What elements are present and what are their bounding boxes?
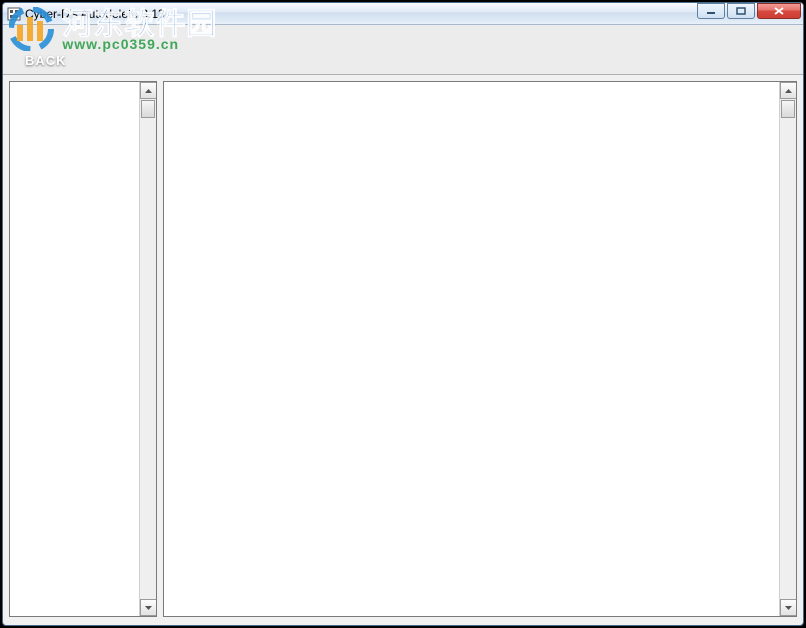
chevron-down-icon <box>785 606 792 610</box>
close-button[interactable] <box>757 3 801 19</box>
maximize-button[interactable] <box>727 3 755 19</box>
titlebar[interactable]: Cyber-D's Autodelete 3.13 <box>3 3 803 25</box>
scroll-down-button[interactable] <box>140 599 157 616</box>
maximize-icon <box>736 7 746 15</box>
right-pane[interactable] <box>163 81 797 617</box>
app-window: Cyber-D's Autodelete 3.13 BACK <box>2 2 804 626</box>
chevron-down-icon <box>145 606 152 610</box>
left-pane[interactable] <box>9 81 157 617</box>
chevron-up-icon <box>145 89 152 93</box>
minimize-button[interactable] <box>697 3 725 19</box>
left-scrollbar[interactable] <box>139 82 156 616</box>
scroll-thumb[interactable] <box>781 100 795 118</box>
close-icon <box>774 7 784 15</box>
scroll-up-button[interactable] <box>780 82 797 99</box>
window-buttons <box>697 3 801 19</box>
chevron-up-icon <box>785 89 792 93</box>
right-scrollbar[interactable] <box>779 82 796 616</box>
content-area <box>3 75 803 623</box>
minimize-icon <box>706 7 716 15</box>
scroll-up-button[interactable] <box>140 82 157 99</box>
scroll-thumb[interactable] <box>141 100 155 118</box>
back-button[interactable]: BACK <box>25 53 67 68</box>
toolbar: BACK <box>3 25 803 75</box>
scroll-down-button[interactable] <box>780 599 797 616</box>
window-title: Cyber-D's Autodelete 3.13 <box>25 7 165 21</box>
app-icon <box>7 7 21 21</box>
